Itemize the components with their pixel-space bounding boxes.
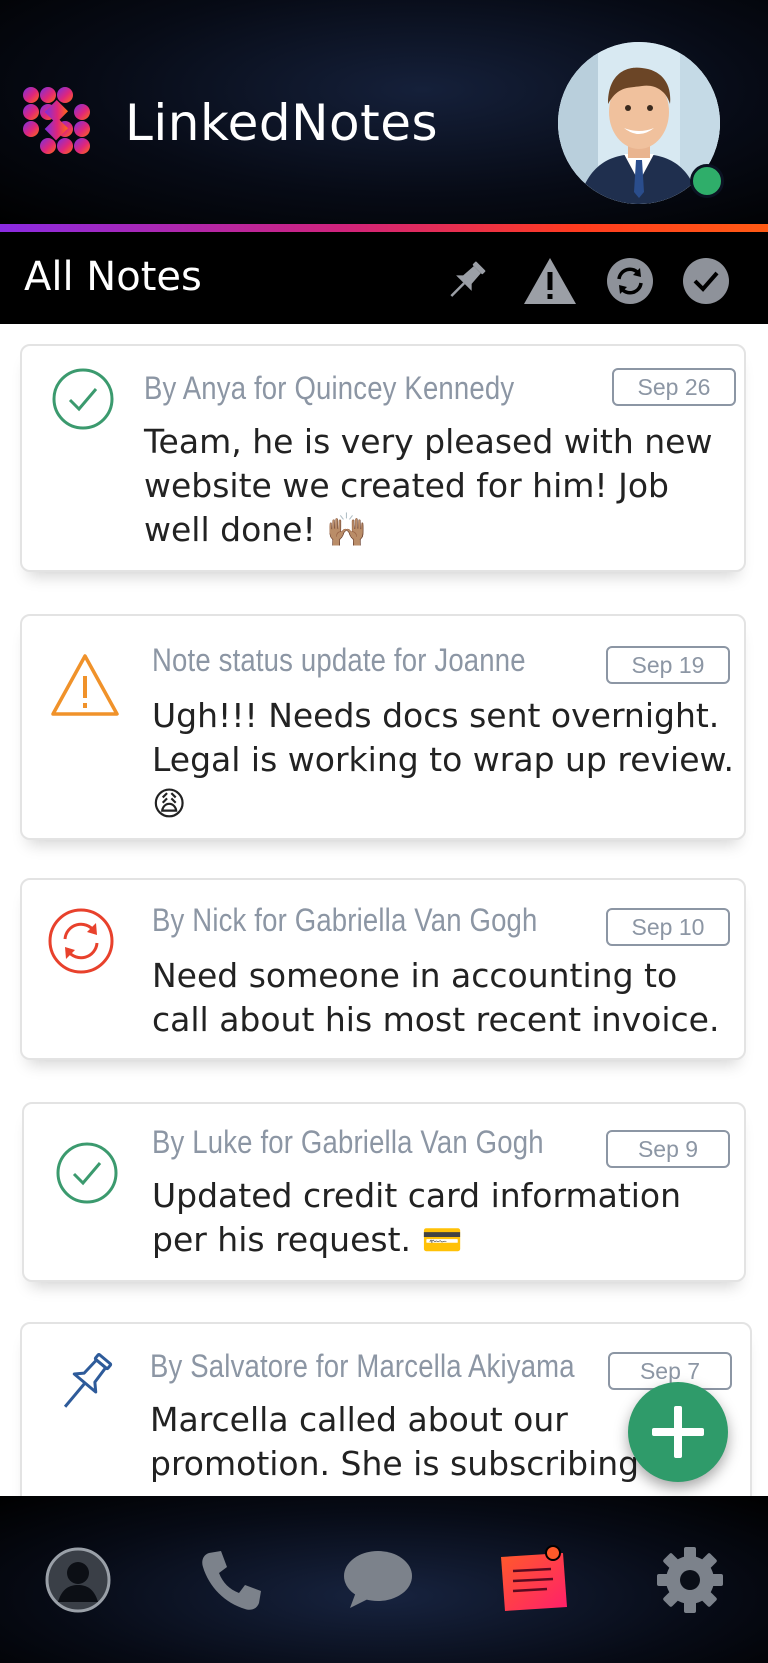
- note-text: Ugh!!! Needs docs sent overnight. Legal …: [152, 696, 734, 823]
- phone-icon: [202, 1551, 261, 1610]
- filter-title: All Notes: [24, 254, 202, 300]
- refresh-icon: [607, 258, 653, 304]
- note-date: Sep 19: [606, 646, 730, 684]
- online-status-indicator: [690, 164, 724, 198]
- notes-icon: [501, 1545, 567, 1611]
- bottom-navigation: [0, 1496, 768, 1663]
- add-note-button[interactable]: [628, 1382, 728, 1482]
- note-text: Updated credit card information per his …: [152, 1176, 682, 1259]
- app-logo-icon: [23, 87, 90, 154]
- notes-list[interactable]: By Anya for Quincey Kennedy Sep 26 Team,…: [0, 324, 768, 1496]
- note-text: Need someone in accounting to call about…: [152, 956, 720, 1039]
- nav-contacts[interactable]: [38, 1540, 118, 1620]
- header-accent-divider: [0, 224, 768, 232]
- note-card[interactable]: By Anya for Quincey Kennedy Sep 26 Team,…: [20, 344, 746, 572]
- gear-icon: [657, 1547, 723, 1613]
- nav-settings[interactable]: [650, 1540, 730, 1620]
- warning-filter-button[interactable]: [522, 254, 578, 308]
- warning-icon: [524, 258, 576, 304]
- note-card[interactable]: By Luke for Gabriella Van Gogh Sep 9 Upd…: [22, 1102, 746, 1282]
- done-filter-button[interactable]: [678, 254, 734, 308]
- chat-icon: [344, 1551, 412, 1608]
- note-card[interactable]: By Nick for Gabriella Van Gogh Sep 10 Ne…: [20, 878, 746, 1060]
- note-date: Sep 9: [606, 1130, 730, 1168]
- note-author: By Luke for Gabriella Van Gogh: [152, 1124, 544, 1160]
- app-header: LinkedNotes: [0, 0, 768, 224]
- app-title: LinkedNotes: [125, 94, 439, 152]
- pin-filter-button[interactable]: [438, 254, 494, 308]
- note-date: Sep 10: [606, 908, 730, 946]
- warning-triangle-icon: [51, 654, 119, 716]
- note-author: By Nick for Gabriella Van Gogh: [152, 902, 538, 938]
- note-text: Team, he is very pleased with new websit…: [144, 422, 713, 549]
- check-circle-icon: [56, 1142, 118, 1204]
- filter-bar: All Notes: [0, 232, 768, 324]
- note-author: By Salvatore for Marcella Akiyama: [150, 1348, 575, 1384]
- check-icon: [683, 258, 729, 304]
- nav-messages[interactable]: [338, 1540, 418, 1620]
- note-author: Note status update for Joanne: [152, 642, 526, 678]
- refresh-circle-icon: [48, 908, 114, 974]
- note-author: By Anya for Quincey Kennedy: [144, 370, 515, 406]
- user-icon: [45, 1547, 111, 1613]
- sync-filter-button[interactable]: [602, 254, 658, 308]
- nav-calls[interactable]: [192, 1540, 272, 1620]
- pushpin-icon: [450, 261, 486, 297]
- nav-notes[interactable]: [494, 1540, 574, 1620]
- check-circle-icon: [52, 368, 114, 430]
- pushpin-outline-icon: [63, 1353, 113, 1408]
- plus-icon: [652, 1406, 704, 1458]
- note-card[interactable]: Note status update for Joanne Sep 19 Ugh…: [20, 614, 746, 840]
- note-date: Sep 26: [612, 368, 736, 406]
